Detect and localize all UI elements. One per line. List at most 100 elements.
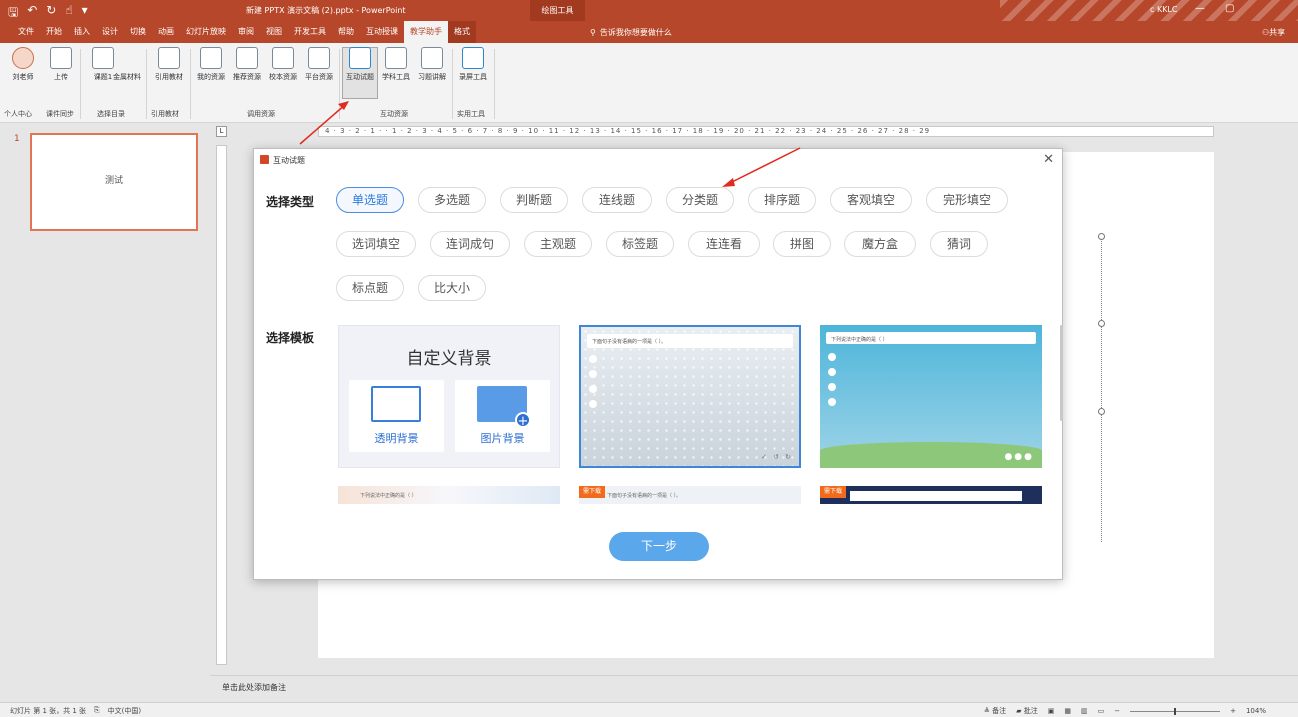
type-link-match[interactable]: 连连看	[688, 231, 760, 257]
type-objective-fill[interactable]: 客观填空	[830, 187, 912, 213]
tab-review[interactable]: 审阅	[232, 21, 260, 43]
tab-animations[interactable]: 动画	[152, 21, 180, 43]
download-badge: 需下载	[579, 486, 606, 498]
tab-interactive-class[interactable]: 互动授课	[360, 21, 404, 43]
reading-view-icon[interactable]: ▥	[1081, 707, 1088, 715]
tab-developer[interactable]: 开发工具	[288, 21, 332, 43]
tab-file[interactable]: 文件	[12, 21, 40, 43]
tab-slideshow[interactable]: 幻灯片放映	[180, 21, 232, 43]
minimize-icon[interactable]: —	[1195, 3, 1225, 14]
title-bar: 🖫 ↶ ↻ ☝ ▾ 新建 PPTX 演示文稿 (2).pptx - PowerP…	[0, 0, 1298, 21]
type-matching[interactable]: 连线题	[582, 187, 652, 213]
type-word-choice-fill[interactable]: 选词填空	[336, 231, 416, 257]
template-option	[589, 355, 785, 364]
type-label-question[interactable]: 标签题	[606, 231, 674, 257]
transparent-image-icon	[371, 386, 421, 422]
type-compare-size[interactable]: 比大小	[418, 275, 486, 301]
zoom-out-icon[interactable]: −	[1114, 707, 1120, 715]
dialog-header: 互动试题 ✕	[254, 149, 1062, 171]
exercise-explain-button[interactable]: 习题讲解	[413, 47, 451, 82]
zoom-level[interactable]: 104%	[1246, 707, 1266, 715]
language-indicator[interactable]: 中文(中国)	[108, 706, 141, 716]
tab-home[interactable]: 开始	[40, 21, 68, 43]
teacher-button[interactable]: 刘老师	[4, 47, 42, 82]
tab-help[interactable]: 帮助	[332, 21, 360, 43]
notes-placeholder[interactable]: 单击此处添加备注	[210, 675, 1298, 701]
resize-handle[interactable]	[1098, 320, 1105, 327]
comments-toggle[interactable]: ▰ 批注	[1016, 706, 1038, 716]
my-resources-label: 我的资源	[197, 73, 225, 81]
restore-icon[interactable]: ▢	[1225, 3, 1254, 14]
tell-me-text: 告诉我你想要做什么	[599, 28, 672, 37]
ribbon-separator	[339, 49, 340, 119]
template-option	[589, 370, 785, 379]
type-multiple-choice[interactable]: 多选题	[418, 187, 486, 213]
notes-toggle[interactable]: ≜ 备注	[984, 706, 1006, 716]
tab-stop-selector[interactable]: L	[216, 126, 227, 137]
share-button[interactable]: ⚇共享	[1262, 27, 1285, 38]
type-subjective[interactable]: 主观题	[524, 231, 592, 257]
type-classification[interactable]: 分类题	[666, 187, 734, 213]
normal-view-icon[interactable]: ▣	[1048, 707, 1055, 715]
slide-thumbnail[interactable]: 测试	[30, 133, 198, 231]
account-name[interactable]: c KKLC	[1150, 5, 1177, 14]
template-scrollbar[interactable]	[1060, 325, 1063, 421]
type-guess-word[interactable]: 猜词	[930, 231, 988, 257]
sky-template[interactable]: 下列说法中正确的是（ ） ●●●	[820, 325, 1042, 468]
tab-teaching-assistant[interactable]: 教学助手	[404, 21, 448, 43]
type-ordering[interactable]: 排序题	[748, 187, 816, 213]
tell-me-box[interactable]: ⚲ 告诉我你想要做什么	[590, 27, 672, 38]
zoom-thumb[interactable]	[1174, 707, 1177, 715]
sorter-view-icon[interactable]: ▦	[1064, 707, 1071, 715]
type-puzzle[interactable]: 拼图	[773, 231, 831, 257]
platform-resources-button[interactable]: 平台资源	[300, 47, 338, 82]
tab-design[interactable]: 设计	[96, 21, 124, 43]
recommended-resources-button[interactable]: 推荐资源	[228, 47, 266, 82]
tab-view[interactable]: 视图	[260, 21, 288, 43]
window-controls[interactable]: —▢	[1195, 3, 1254, 14]
avatar-icon	[12, 47, 34, 69]
type-cloze[interactable]: 完形填空	[926, 187, 1008, 213]
template-row2-1[interactable]: 下列说法中正确的是（ ）	[338, 486, 560, 504]
tab-insert[interactable]: 插入	[68, 21, 96, 43]
type-magic-box[interactable]: 魔方盒	[844, 231, 916, 257]
template-row2-3[interactable]: 需下载	[820, 486, 1042, 504]
metal-material-button[interactable]: 金属材料	[108, 47, 146, 82]
resize-handle[interactable]	[1098, 408, 1105, 415]
my-resources-button[interactable]: 我的资源	[192, 47, 230, 82]
tab-format[interactable]: 格式	[448, 21, 476, 43]
upload-button[interactable]: 上传	[42, 47, 80, 82]
type-true-false[interactable]: 判断题	[500, 187, 568, 213]
slide-thumbnail-pane: 1 测试	[0, 124, 210, 704]
zoom-in-icon[interactable]: +	[1230, 707, 1236, 715]
template-option	[828, 383, 1028, 392]
group-practical-tools: 实用工具	[457, 110, 485, 118]
slideshow-icon[interactable]: ▭	[1098, 707, 1105, 715]
record-icon	[462, 47, 484, 69]
powerpoint-icon	[260, 155, 269, 164]
template-row2-2[interactable]: 需下载 下面句子没有语病的一项是（ ）。	[579, 486, 801, 504]
interactive-questions-button[interactable]: 互动试题	[341, 47, 379, 82]
platform-resources-label: 平台资源	[305, 73, 333, 81]
type-sentence-build[interactable]: 连词成句	[430, 231, 510, 257]
accessibility-icon[interactable]: ⎘	[94, 706, 100, 716]
next-step-button[interactable]: 下一步	[609, 532, 709, 561]
image-bg-option[interactable]: + 图片背景	[455, 380, 550, 452]
screen-record-button[interactable]: 录屏工具	[454, 47, 492, 82]
close-icon[interactable]: ✕	[1043, 152, 1054, 167]
transparent-bg-option[interactable]: 透明背景	[349, 380, 444, 452]
cite-textbook-button[interactable]: 引用教材	[150, 47, 188, 82]
type-punctuation[interactable]: 标点题	[336, 275, 404, 301]
school-resources-button[interactable]: 校本资源	[264, 47, 302, 82]
type-single-choice[interactable]: 单选题	[336, 187, 404, 213]
subject-tools-button[interactable]: 学科工具	[377, 47, 415, 82]
document-title: 新建 PPTX 演示文稿 (2).pptx - PowerPoint	[246, 6, 406, 15]
tab-transitions[interactable]: 切换	[124, 21, 152, 43]
group-personal-center: 个人中心	[4, 110, 32, 118]
snow-template[interactable]: 下面句子没有语病的一项是（ ）。 ✓ ↺ ↻	[579, 325, 801, 468]
resize-handle[interactable]	[1098, 233, 1105, 240]
textbook-icon	[158, 47, 180, 69]
notes-toggle-label: 备注	[992, 707, 1007, 715]
zoom-slider[interactable]	[1130, 707, 1221, 715]
upload-icon	[50, 47, 72, 69]
